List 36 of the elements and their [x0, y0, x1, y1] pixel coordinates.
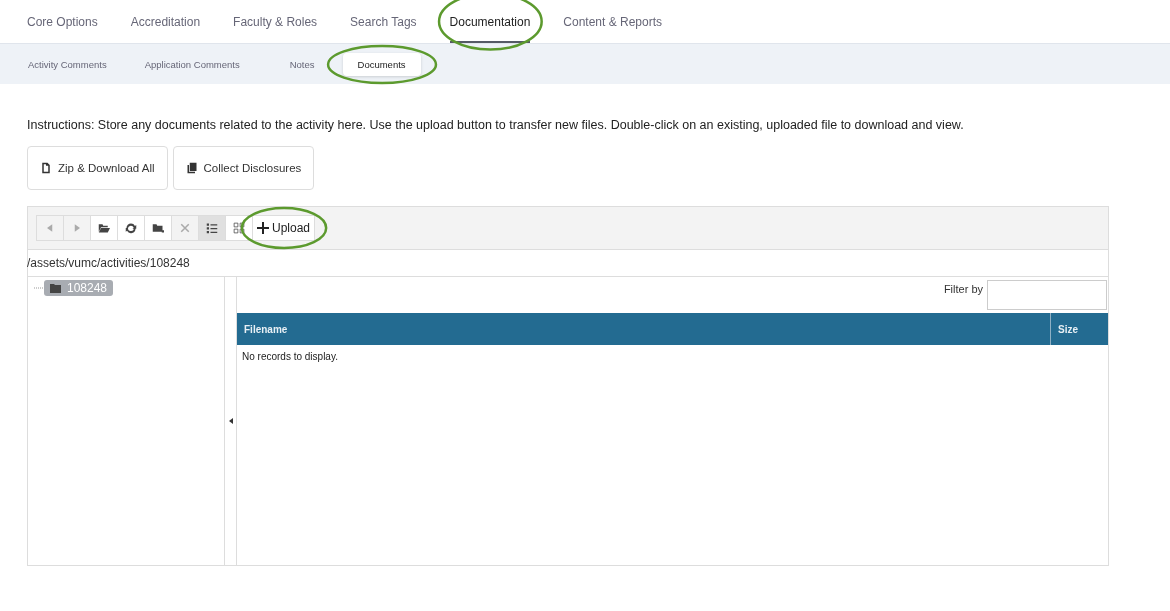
action-button[interactable]: Collect Disclosures: [172, 146, 315, 190]
toolbar-button[interactable]: [90, 215, 118, 241]
collapse-arrow-icon: [228, 418, 233, 424]
column-header[interactable]: Size: [1050, 313, 1108, 345]
sub-tab[interactable]: Activity Comments: [18, 52, 117, 76]
toolbar-button[interactable]: [117, 215, 145, 241]
upload-button[interactable]: Upload: [252, 215, 316, 241]
action-button[interactable]: Zip & Download All: [27, 146, 168, 190]
sub-tab[interactable]: Application Comments: [134, 52, 250, 76]
nav-tab[interactable]: Core Options: [27, 0, 98, 43]
nav-tab[interactable]: Faculty & Roles: [233, 0, 318, 43]
close-icon: [179, 222, 191, 234]
filter-field[interactable]: [987, 280, 1107, 310]
filter-label: Filter by: [943, 283, 983, 295]
nav-tab[interactable]: Accreditation: [130, 0, 201, 43]
toolbar-button[interactable]: [198, 215, 226, 241]
sub-tab[interactable]: Documents: [342, 52, 421, 76]
file-icon: [40, 162, 52, 174]
grid-icon: [233, 222, 245, 234]
copy-icon: [185, 162, 198, 174]
toolbar-button[interactable]: [144, 215, 172, 241]
instructions-text: Instructions: Store any documents related to the activity here. Use the upload button to transfer new files. Double-click on an existing, uploaded file to download and view.: [27, 118, 965, 132]
column-header[interactable]: Filename: [237, 313, 1050, 345]
nav-tab[interactable]: Search Tags: [350, 0, 417, 43]
folder-icon: [98, 222, 110, 234]
list-icon: [206, 222, 218, 234]
folder-name: 108248: [67, 281, 108, 295]
folder-icon: [50, 283, 61, 293]
empty-message: No records to display.: [241, 350, 339, 364]
sub-tab[interactable]: Notes: [279, 52, 325, 76]
path-text: /assets/vumc/activities/108248: [27, 250, 1108, 277]
nav-tab[interactable]: Content & Reports: [563, 0, 663, 43]
dotted-line-icon: [34, 287, 44, 289]
folder-icon: [152, 222, 164, 234]
plus-icon: [257, 222, 269, 234]
refresh-icon: [125, 222, 137, 234]
